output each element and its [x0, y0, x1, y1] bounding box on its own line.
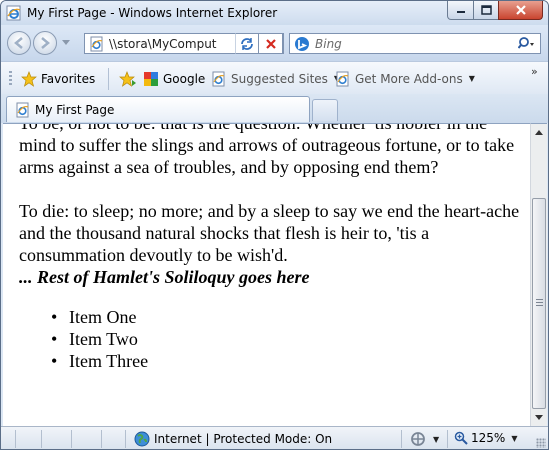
- ie-page-icon: [16, 102, 29, 118]
- scroll-down-icon: [535, 415, 543, 420]
- title-bar: My First Page - Windows Internet Explore…: [1, 1, 548, 25]
- scroll-down-button[interactable]: [531, 409, 547, 426]
- list-item: • Item Two: [51, 328, 524, 350]
- divider: [41, 430, 42, 448]
- zoom-level: 125%: [471, 431, 506, 445]
- ie-logo-icon: [6, 5, 21, 21]
- list-item-text: Item One: [69, 307, 137, 327]
- forward-button[interactable]: [33, 31, 57, 55]
- security-zone[interactable]: Internet | Protected Mode: On: [134, 431, 332, 447]
- bullet-list: • Item One • Item Two • Item Three: [51, 306, 524, 372]
- scrollbar-thumb[interactable]: [532, 198, 546, 409]
- chevron-down-icon: ▼: [511, 433, 518, 443]
- ie-page-icon: [212, 71, 225, 86]
- minimize-button[interactable]: [447, 1, 474, 20]
- tools-button[interactable]: ▼: [409, 431, 439, 447]
- divider: [101, 430, 102, 448]
- navigation-bar: \\stora\MyComput Bing: [1, 25, 548, 61]
- favorites-label: Favorites: [41, 71, 96, 86]
- close-button[interactable]: [498, 1, 543, 20]
- minimize-icon: [456, 11, 465, 13]
- window-title: My First Page - Windows Internet Explore…: [27, 6, 278, 20]
- add-favorite-star-icon: [119, 70, 136, 87]
- search-input[interactable]: Bing: [315, 37, 342, 51]
- globe-icon: [134, 431, 150, 447]
- search-icon[interactable]: [518, 36, 536, 52]
- bullet-icon: •: [51, 351, 58, 371]
- recent-pages-dropdown-icon[interactable]: [62, 40, 70, 46]
- refresh-icon: [241, 37, 253, 50]
- emphasis-text: ... Rest of Hamlet's Soliloquy goes here: [19, 267, 310, 287]
- favorites-button[interactable]: Favorites: [21, 70, 95, 87]
- page-content: To be, or not to be: that is the questio…: [3, 123, 530, 426]
- chevron-down-icon: ▼: [468, 74, 475, 83]
- paragraph: To be, or not to be: that is the questio…: [19, 123, 515, 177]
- scroll-up-icon: [535, 130, 543, 135]
- divider: [125, 430, 126, 448]
- security-zone-label: Internet | Protected Mode: On: [154, 432, 333, 446]
- stop-icon: [265, 38, 276, 49]
- zoom-button[interactable]: 125% ▼: [454, 431, 517, 445]
- ie-page-icon: [90, 36, 103, 52]
- divider: [108, 68, 109, 90]
- maximize-button[interactable]: [473, 1, 499, 20]
- paragraph: To die: to sleep; no more; and by a slee…: [19, 201, 520, 265]
- scrollbar-grip: [536, 299, 543, 307]
- back-button[interactable]: [7, 31, 31, 55]
- favorites-item-label: Get More Add-ons: [355, 71, 463, 86]
- toolbar-overflow-icon[interactable]: »: [531, 65, 538, 78]
- favorites-item-google[interactable]: Google: [143, 70, 205, 87]
- document-body: To be, or not to be: that is the questio…: [19, 123, 524, 372]
- list-item: • Item One: [51, 306, 524, 328]
- compatibility-view-button[interactable]: [235, 33, 259, 54]
- list-item: • Item Three: [51, 350, 524, 372]
- favorites-item-suggested-sites[interactable]: Suggested Sites ▼: [211, 70, 340, 87]
- resize-grip[interactable]: [536, 438, 546, 448]
- list-item-text: Item Two: [69, 329, 138, 349]
- favorites-item-get-more-add-ons[interactable]: Get More Add-ons ▼: [335, 70, 475, 87]
- tab-my-first-page[interactable]: My First Page: [6, 96, 310, 122]
- vertical-scrollbar[interactable]: [530, 123, 547, 426]
- forward-arrow-icon: [41, 37, 50, 49]
- browser-window: My First Page - Windows Internet Explore…: [0, 0, 549, 450]
- bullet-icon: •: [51, 307, 58, 327]
- google-icon: [144, 71, 158, 86]
- stop-button[interactable]: [259, 33, 283, 54]
- search-box[interactable]: Bing: [289, 33, 541, 54]
- close-icon: [515, 5, 526, 15]
- divider: [447, 430, 448, 448]
- favorites-item-label: Suggested Sites: [231, 71, 328, 86]
- favorites-star-icon: [21, 70, 37, 87]
- divider: [401, 430, 402, 448]
- add-to-favorites-bar-button[interactable]: [119, 70, 137, 87]
- toolbar-grip[interactable]: [9, 71, 12, 87]
- status-bar: Internet | Protected Mode: On ▼ 125% ▼: [1, 426, 548, 449]
- favorites-bar: Favorites Google Suggested Sites Get Mor…: [1, 61, 548, 94]
- divider: [71, 430, 72, 448]
- pop-up-tools-icon: [411, 432, 425, 446]
- back-arrow-icon: [14, 37, 23, 49]
- ie-page-icon: [336, 71, 349, 86]
- favorites-item-label: Google: [163, 71, 206, 86]
- maximize-icon: [480, 5, 492, 15]
- list-item-text: Item Three: [69, 351, 149, 371]
- new-tab-button[interactable]: [312, 99, 338, 121]
- chevron-down-icon: ▼: [433, 434, 440, 444]
- bing-icon: [295, 37, 309, 51]
- bullet-icon: •: [51, 329, 58, 349]
- divider: [15, 430, 16, 448]
- zoom-icon: [454, 431, 468, 445]
- tab-label: My First Page: [35, 103, 115, 117]
- scroll-up-button[interactable]: [531, 124, 547, 141]
- tab-bar: My First Page: [1, 94, 548, 123]
- address-input[interactable]: \\stora\MyComput: [109, 37, 217, 51]
